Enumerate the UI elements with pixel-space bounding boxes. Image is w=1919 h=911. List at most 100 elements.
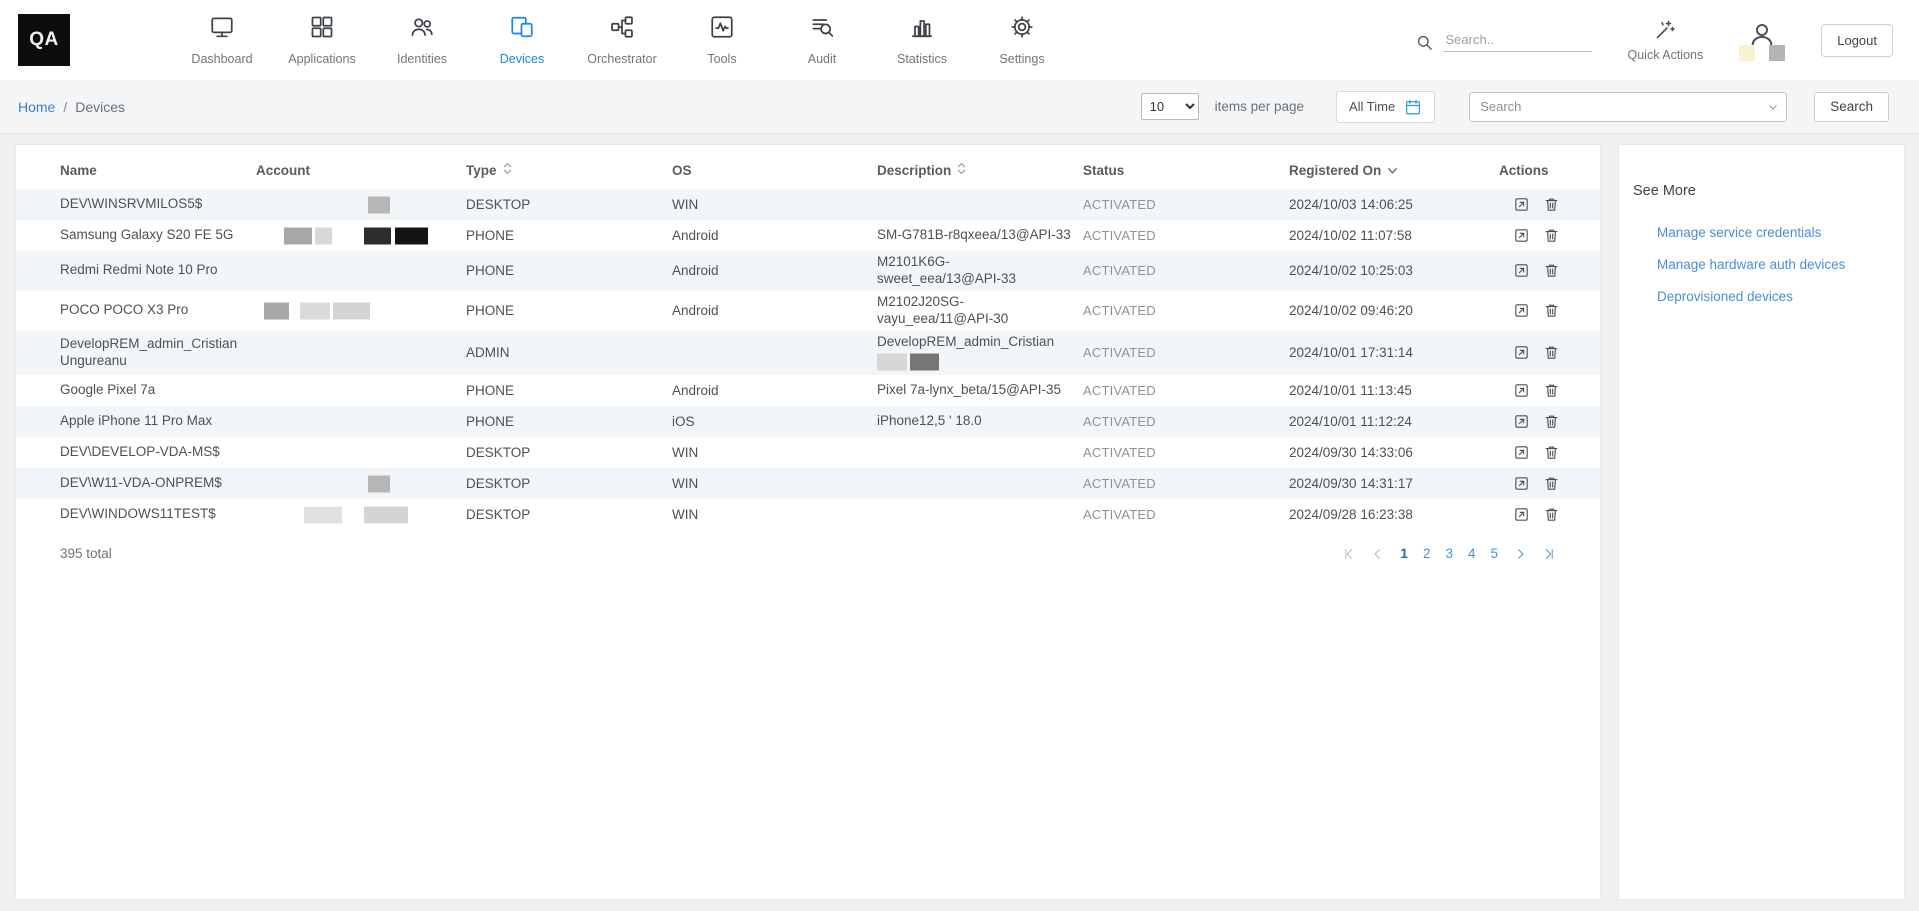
open-session-icon[interactable] xyxy=(1513,382,1530,399)
time-filter-button[interactable]: All Time xyxy=(1336,91,1435,123)
next-page-icon[interactable] xyxy=(1513,547,1527,561)
cell-registered-on: 2024/09/30 14:33:06 xyxy=(1289,445,1499,460)
cell-registered-on: 2024/10/02 11:07:58 xyxy=(1289,228,1499,243)
device-table-row: DEV\WINSRVMILOS5$DESKTOPWINACTIVATED2024… xyxy=(16,189,1600,220)
global-search-input[interactable] xyxy=(1444,28,1592,52)
cell-os: WIN xyxy=(672,476,877,491)
nav-item-statistics[interactable]: Statistics xyxy=(872,14,972,66)
column-header-status: Status xyxy=(1083,163,1289,178)
column-label: Account xyxy=(256,163,310,178)
nav-item-label: Identities xyxy=(397,52,447,66)
audit-icon xyxy=(809,14,835,45)
open-session-icon[interactable] xyxy=(1513,475,1530,492)
nav-item-devices[interactable]: Devices xyxy=(472,14,572,66)
open-session-icon[interactable] xyxy=(1513,227,1530,244)
filter-search-input[interactable] xyxy=(1469,92,1787,122)
redacted-block xyxy=(910,354,939,371)
chevron-down-icon[interactable] xyxy=(1767,101,1779,113)
cell-status: ACTIVATED xyxy=(1083,383,1289,398)
trash-icon[interactable] xyxy=(1543,302,1560,319)
nav-item-applications[interactable]: Applications xyxy=(272,14,372,66)
trash-icon[interactable] xyxy=(1543,444,1560,461)
cell-type: PHONE xyxy=(466,383,672,398)
column-header-type[interactable]: Type xyxy=(466,161,672,179)
trash-icon[interactable] xyxy=(1543,382,1560,399)
quick-actions-button[interactable]: Quick Actions xyxy=(1628,18,1704,62)
see-more-link[interactable]: Manage service credentials xyxy=(1657,225,1890,240)
nav-item-label: Applications xyxy=(288,52,355,66)
see-more-panel: See More Manage service credentialsManag… xyxy=(1618,144,1905,900)
cell-registered-on: 2024/10/01 11:13:45 xyxy=(1289,383,1499,398)
redacted-block xyxy=(333,302,370,319)
redacted-block xyxy=(264,302,289,319)
user-menu[interactable] xyxy=(1739,20,1785,61)
open-session-icon[interactable] xyxy=(1513,344,1530,361)
column-label: Registered On xyxy=(1289,163,1381,178)
nav-item-audit[interactable]: Audit xyxy=(772,14,872,66)
trash-icon[interactable] xyxy=(1543,227,1560,244)
cell-name: Samsung Galaxy S20 FE 5G xyxy=(60,224,256,247)
nav-item-label: Tools xyxy=(707,52,736,66)
column-label: Status xyxy=(1083,163,1124,178)
trash-icon[interactable] xyxy=(1543,344,1560,361)
page-button-5[interactable]: 5 xyxy=(1490,546,1498,561)
cell-description: M2102J20SG-vayu_eea/11@API-30 xyxy=(877,291,1083,331)
sort-toggle-icon xyxy=(957,161,966,179)
devices-icon xyxy=(509,14,535,45)
cell-actions xyxy=(1499,227,1580,244)
open-session-icon[interactable] xyxy=(1513,444,1530,461)
wand-icon xyxy=(1653,18,1677,42)
open-session-icon[interactable] xyxy=(1513,262,1530,279)
column-header-registered-on[interactable]: Registered On xyxy=(1289,163,1499,178)
app-logo[interactable]: QA xyxy=(18,14,70,66)
previous-page-icon[interactable] xyxy=(1371,547,1385,561)
nav-item-dashboard[interactable]: Dashboard xyxy=(172,14,272,66)
last-page-icon[interactable] xyxy=(1542,547,1556,561)
search-icon[interactable] xyxy=(1415,33,1434,52)
page-button-4[interactable]: 4 xyxy=(1468,546,1476,561)
see-more-link[interactable]: Deprovisioned devices xyxy=(1657,289,1890,304)
nav-item-label: Orchestrator xyxy=(587,52,656,66)
open-session-icon[interactable] xyxy=(1513,302,1530,319)
cell-registered-on: 2024/10/03 14:06:25 xyxy=(1289,197,1499,212)
cell-type: DESKTOP xyxy=(466,476,672,491)
redacted-block xyxy=(364,227,391,244)
cell-name: DEV\WINSRVMILOS5$ xyxy=(60,193,256,216)
column-header-description[interactable]: Description xyxy=(877,161,1083,179)
breadcrumb-home[interactable]: Home xyxy=(18,99,55,115)
nav-item-settings[interactable]: Settings xyxy=(972,14,1072,66)
cell-os: WIN xyxy=(672,507,877,522)
open-session-icon[interactable] xyxy=(1513,506,1530,523)
cell-os: Android xyxy=(672,263,877,278)
redacted-block xyxy=(877,354,907,371)
column-header-name: Name xyxy=(60,163,256,178)
trash-icon[interactable] xyxy=(1543,506,1560,523)
redacted-block xyxy=(300,302,330,319)
trash-icon[interactable] xyxy=(1543,262,1560,279)
trash-icon[interactable] xyxy=(1543,413,1560,430)
see-more-links: Manage service credentials Manage hardwar… xyxy=(1657,225,1890,304)
open-session-icon[interactable] xyxy=(1513,413,1530,430)
page-button-3[interactable]: 3 xyxy=(1445,546,1453,561)
trash-icon[interactable] xyxy=(1543,475,1560,492)
nav-item-identities[interactable]: Identities xyxy=(372,14,472,66)
trash-icon[interactable] xyxy=(1543,196,1560,213)
time-filter-label: All Time xyxy=(1349,99,1395,114)
first-page-icon[interactable] xyxy=(1342,547,1356,561)
cell-registered-on: 2024/09/30 14:31:17 xyxy=(1289,476,1499,491)
search-button[interactable]: Search xyxy=(1814,92,1889,122)
content: NameAccountTypeOSDescriptionStatusRegist… xyxy=(0,134,1919,911)
page-button-1[interactable]: 1 xyxy=(1400,546,1408,561)
logout-button[interactable]: Logout xyxy=(1821,24,1893,57)
nav-item-label: Statistics xyxy=(897,52,947,66)
nav-item-tools[interactable]: Tools xyxy=(672,14,772,66)
page-button-2[interactable]: 2 xyxy=(1423,546,1431,561)
see-more-link[interactable]: Manage hardware auth devices xyxy=(1657,257,1890,272)
cell-registered-on: 2024/10/01 11:12:24 xyxy=(1289,414,1499,429)
main-nav: Dashboard Applications Identities Devices Or… xyxy=(172,14,1072,66)
cell-actions xyxy=(1499,262,1580,279)
items-per-page-select[interactable]: 10 xyxy=(1141,93,1199,120)
device-table-row: Google Pixel 7aPHONEAndroidPixel 7a-lynx… xyxy=(16,375,1600,406)
nav-item-orchestrator[interactable]: Orchestrator xyxy=(572,14,672,66)
open-session-icon[interactable] xyxy=(1513,196,1530,213)
